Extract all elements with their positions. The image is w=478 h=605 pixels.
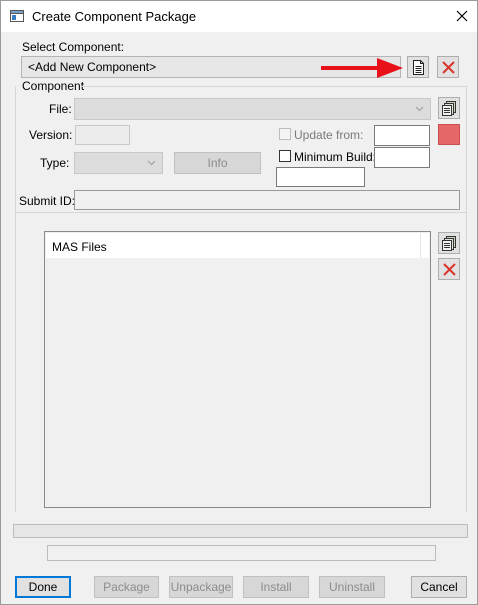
column-divider: [420, 233, 421, 258]
component-group-left-line: [15, 86, 16, 212]
update-from-field[interactable]: [374, 125, 430, 146]
files-section-left-line: [15, 212, 16, 512]
file-combobox[interactable]: [74, 98, 431, 120]
remove-files-button[interactable]: [438, 258, 460, 280]
minimum-build-label: Minimum Build:: [294, 150, 377, 164]
chevron-down-icon: [147, 160, 156, 166]
update-from-checkbox[interactable]: [279, 128, 291, 140]
component-group-right-line: [466, 86, 467, 212]
version-field[interactable]: [75, 125, 130, 145]
submit-id-label: Submit ID:: [19, 194, 76, 208]
type-label: Type:: [40, 156, 70, 170]
chevron-down-icon: [415, 106, 424, 112]
mas-files-column-header[interactable]: MAS Files: [52, 240, 107, 254]
title-bar: Create Component Package: [1, 1, 477, 32]
update-from-label: Update from:: [294, 128, 364, 142]
file-label: File:: [49, 102, 72, 116]
component-group-line: [81, 86, 467, 87]
red-x-icon: [442, 61, 455, 74]
info-button[interactable]: Info: [174, 152, 261, 174]
submit-id-field[interactable]: [74, 190, 460, 210]
new-component-button[interactable]: [407, 56, 429, 78]
select-component-label: Select Component:: [22, 40, 125, 54]
add-files-button[interactable]: [438, 232, 460, 254]
select-component-value: <Add New Component>: [28, 60, 157, 74]
install-button[interactable]: Install: [243, 576, 309, 598]
annotation-arrow: [321, 58, 403, 78]
mas-files-list[interactable]: MAS Files: [44, 231, 431, 508]
files-section-right-line: [466, 212, 467, 512]
browse-file-button[interactable]: [438, 97, 460, 119]
minimum-build-field[interactable]: [374, 147, 430, 168]
cancel-button[interactable]: Cancel: [411, 576, 467, 598]
files-section-divider: [15, 212, 467, 213]
delete-component-button[interactable]: [437, 56, 459, 78]
file-browse-icon: [442, 101, 456, 116]
file-browse-icon: [442, 236, 456, 251]
version-label: Version:: [29, 128, 73, 142]
mas-files-header: MAS Files: [46, 233, 429, 258]
component-group-label: Component: [22, 79, 85, 93]
document-icon: [413, 60, 424, 75]
close-icon[interactable]: [449, 4, 475, 28]
package-button[interactable]: Package: [94, 576, 159, 598]
minimum-build-checkbox[interactable]: [279, 150, 291, 162]
done-button[interactable]: Done: [15, 576, 71, 598]
color-swatch-button[interactable]: [438, 124, 460, 145]
status-field: [47, 545, 436, 561]
minimum-build-extra-field[interactable]: [276, 167, 365, 187]
app-window-icon: [10, 10, 24, 22]
progress-bar: [13, 524, 468, 538]
red-x-icon: [443, 263, 456, 276]
unpackage-button[interactable]: Unpackage: [169, 576, 233, 598]
uninstall-button[interactable]: Uninstall: [319, 576, 385, 598]
dialog-window: Create Component Package Select Componen…: [0, 0, 478, 605]
window-title: Create Component Package: [32, 9, 197, 24]
type-combobox[interactable]: [74, 152, 163, 174]
